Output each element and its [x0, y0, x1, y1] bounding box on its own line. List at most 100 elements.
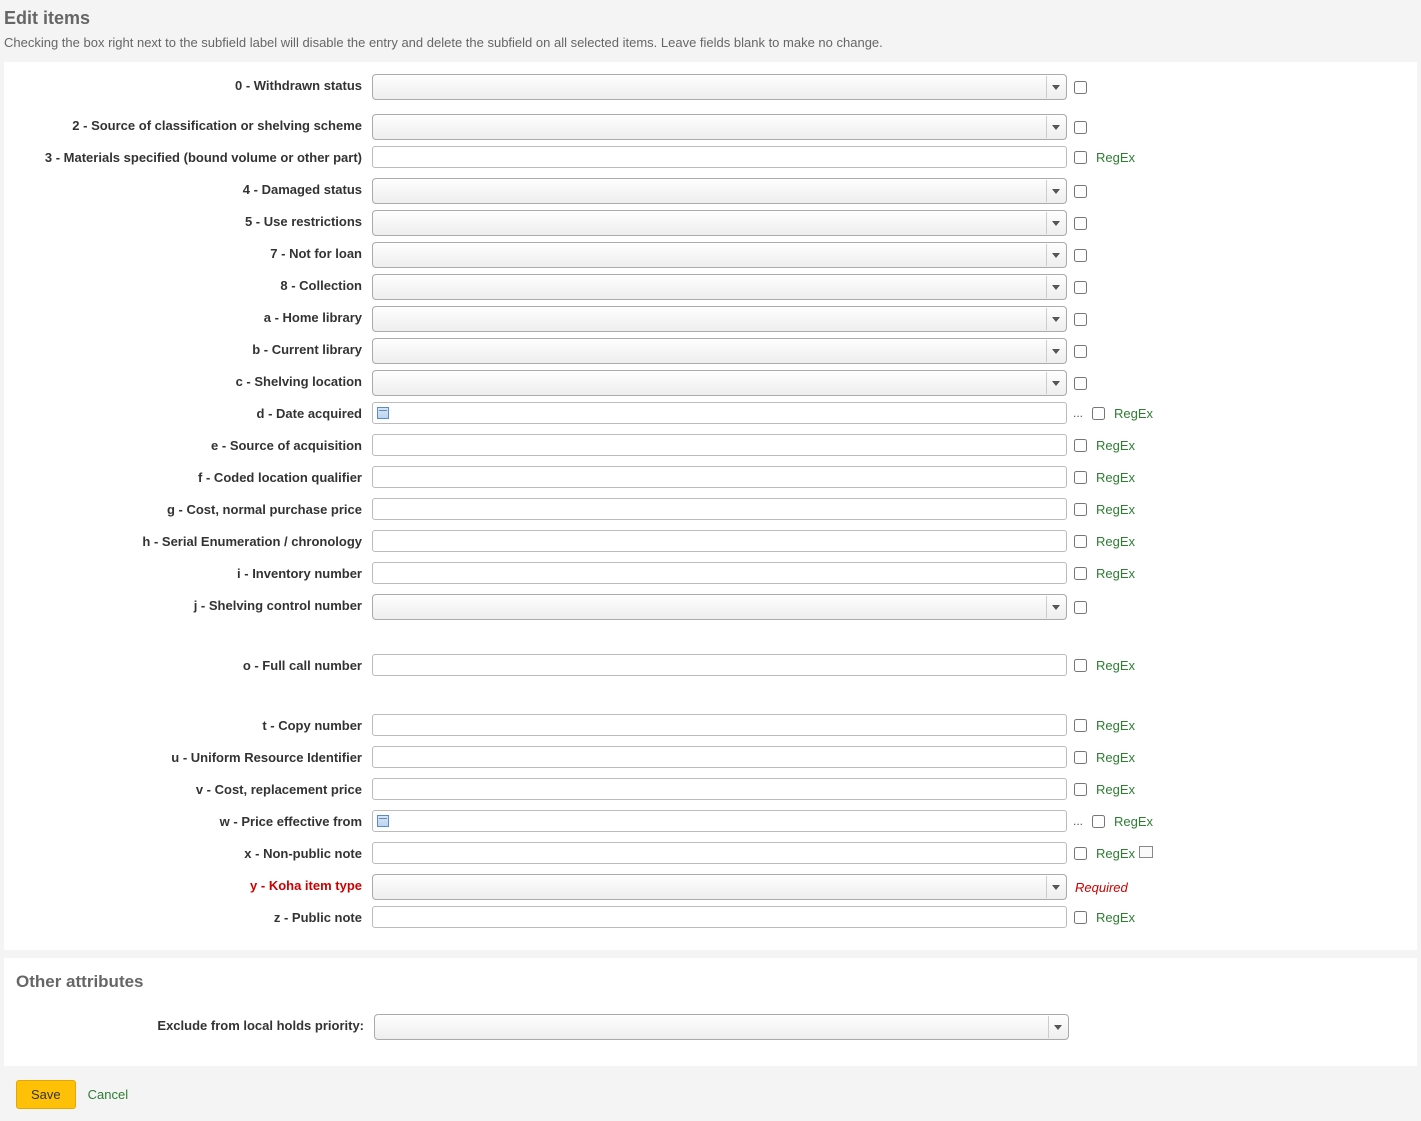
disable-checkbox-current-library[interactable] [1074, 345, 1087, 358]
input-nonpublic-note[interactable] [372, 842, 1067, 864]
input-cost-replacement[interactable] [372, 778, 1067, 800]
label-price-effective: w - Price effective from [12, 810, 372, 829]
disable-checkbox-nonpublic-note[interactable] [1074, 847, 1087, 860]
label-cost-replacement: v - Cost, replacement price [12, 778, 372, 797]
select-classification-source[interactable] [372, 114, 1067, 140]
regex-link[interactable]: RegEx [1096, 846, 1135, 861]
regex-link[interactable]: RegEx [1096, 438, 1135, 453]
label-not-for-loan: 7 - Not for loan [12, 242, 372, 261]
chevron-down-icon [1046, 276, 1064, 298]
regex-link[interactable]: RegEx [1096, 566, 1135, 581]
input-copy-number[interactable] [372, 714, 1067, 736]
regex-link[interactable]: RegEx [1096, 910, 1135, 925]
disable-checkbox-copy-number[interactable] [1074, 719, 1087, 732]
input-public-note[interactable] [372, 906, 1067, 928]
regex-link[interactable]: RegEx [1096, 718, 1135, 733]
disable-checkbox-public-note[interactable] [1074, 911, 1087, 924]
chevron-down-icon [1046, 596, 1064, 618]
disable-checkbox-date-acquired[interactable] [1092, 407, 1105, 420]
regex-link[interactable]: RegEx [1096, 658, 1135, 673]
date-picker-trigger[interactable]: ... [1073, 814, 1083, 828]
label-source-acquisition: e - Source of acquisition [12, 434, 372, 453]
disable-checkbox-withdrawn-status[interactable] [1074, 81, 1087, 94]
select-shelving-control[interactable] [372, 594, 1067, 620]
input-inventory-number[interactable] [372, 562, 1067, 584]
disable-checkbox-source-acquisition[interactable] [1074, 439, 1087, 452]
select-item-type[interactable] [372, 874, 1067, 900]
regex-link[interactable]: RegEx [1114, 406, 1153, 421]
disable-checkbox-serial-enumeration[interactable] [1074, 535, 1087, 548]
chevron-down-icon [1046, 212, 1064, 234]
disable-checkbox-damaged-status[interactable] [1074, 185, 1087, 198]
select-home-library[interactable] [372, 306, 1067, 332]
label-uri: u - Uniform Resource Identifier [12, 746, 372, 765]
label-coded-location: f - Coded location qualifier [12, 466, 372, 485]
date-picker-trigger[interactable]: ... [1073, 406, 1083, 420]
clone-icon[interactable] [1141, 848, 1153, 858]
save-button[interactable]: Save [16, 1080, 76, 1109]
input-serial-enumeration[interactable] [372, 530, 1067, 552]
label-home-library: a - Home library [12, 306, 372, 325]
disable-checkbox-inventory-number[interactable] [1074, 567, 1087, 580]
label-nonpublic-note: x - Non-public note [12, 842, 372, 861]
regex-link[interactable]: RegEx [1096, 534, 1135, 549]
select-not-for-loan[interactable] [372, 242, 1067, 268]
disable-checkbox-cost-replacement[interactable] [1074, 783, 1087, 796]
select-collection[interactable] [372, 274, 1067, 300]
label-full-call-number: o - Full call number [12, 654, 372, 673]
cancel-link[interactable]: Cancel [88, 1087, 128, 1102]
label-classification-source: 2 - Source of classification or shelving… [12, 114, 372, 133]
disable-checkbox-uri[interactable] [1074, 751, 1087, 764]
disable-checkbox-home-library[interactable] [1074, 313, 1087, 326]
regex-link[interactable]: RegEx [1114, 814, 1153, 829]
required-indicator: Required [1075, 880, 1128, 895]
select-current-library[interactable] [372, 338, 1067, 364]
regex-link[interactable]: RegEx [1096, 750, 1135, 765]
input-price-effective[interactable] [372, 810, 1067, 832]
disable-checkbox-use-restrictions[interactable] [1074, 217, 1087, 230]
input-source-acquisition[interactable] [372, 434, 1067, 456]
chevron-down-icon [1046, 308, 1064, 330]
chevron-down-icon [1046, 340, 1064, 362]
disable-checkbox-coded-location[interactable] [1074, 471, 1087, 484]
other-attributes-title: Other attributes [16, 972, 1407, 992]
label-exclude-local-holds: Exclude from local holds priority: [14, 1014, 374, 1033]
regex-link[interactable]: RegEx [1096, 782, 1135, 797]
label-inventory-number: i - Inventory number [12, 562, 372, 581]
chevron-down-icon [1046, 372, 1064, 394]
label-shelving-control: j - Shelving control number [12, 594, 372, 613]
disable-checkbox-classification-source[interactable] [1074, 121, 1087, 134]
calendar-icon [377, 815, 389, 827]
label-copy-number: t - Copy number [12, 714, 372, 733]
input-cost-purchase[interactable] [372, 498, 1067, 520]
label-shelving-location: c - Shelving location [12, 370, 372, 389]
regex-link[interactable]: RegEx [1096, 470, 1135, 485]
input-date-acquired[interactable] [372, 402, 1067, 424]
disable-checkbox-cost-purchase[interactable] [1074, 503, 1087, 516]
regex-link[interactable]: RegEx [1096, 150, 1135, 165]
select-withdrawn-status[interactable] [372, 74, 1067, 100]
input-uri[interactable] [372, 746, 1067, 768]
select-exclude-local-holds[interactable] [374, 1014, 1069, 1040]
disable-checkbox-full-call-number[interactable] [1074, 659, 1087, 672]
input-materials-specified[interactable] [372, 146, 1067, 168]
chevron-down-icon [1046, 76, 1064, 98]
disable-checkbox-collection[interactable] [1074, 281, 1087, 294]
label-current-library: b - Current library [12, 338, 372, 357]
disable-checkbox-price-effective[interactable] [1092, 815, 1105, 828]
select-shelving-location[interactable] [372, 370, 1067, 396]
action-bar: Save Cancel [4, 1072, 1417, 1117]
regex-link[interactable]: RegEx [1096, 502, 1135, 517]
disable-checkbox-shelving-control[interactable] [1074, 601, 1087, 614]
chevron-down-icon [1046, 244, 1064, 266]
select-damaged-status[interactable] [372, 178, 1067, 204]
disable-checkbox-materials-specified[interactable] [1074, 151, 1087, 164]
select-use-restrictions[interactable] [372, 210, 1067, 236]
input-coded-location[interactable] [372, 466, 1067, 488]
disable-checkbox-not-for-loan[interactable] [1074, 249, 1087, 262]
input-full-call-number[interactable] [372, 654, 1067, 676]
label-item-type: y - Koha item type [12, 874, 372, 893]
disable-checkbox-shelving-location[interactable] [1074, 377, 1087, 390]
label-collection: 8 - Collection [12, 274, 372, 293]
other-attributes-section: Other attributes Exclude from local hold… [4, 958, 1417, 1066]
